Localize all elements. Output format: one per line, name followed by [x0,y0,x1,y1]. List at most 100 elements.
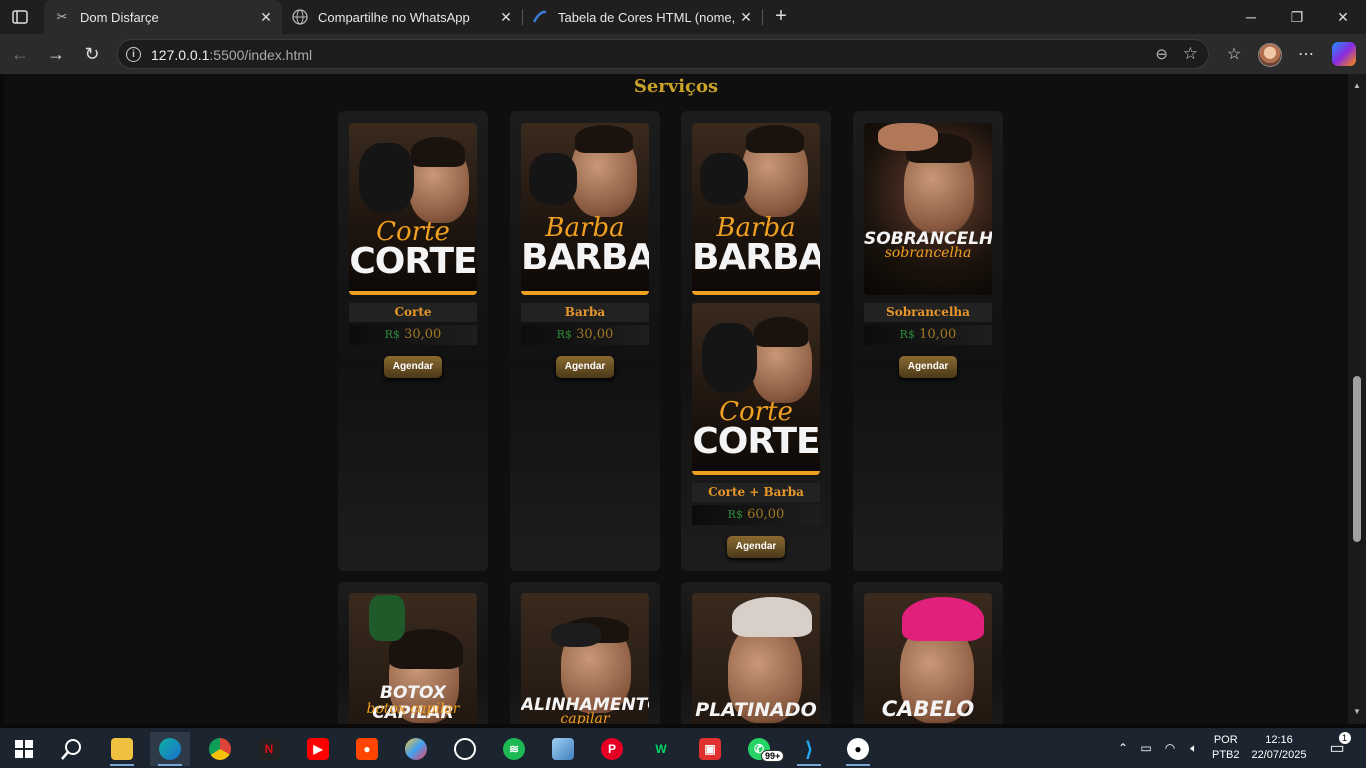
service-card-sobrancelha: SOBRANCELHA sobrancelha Sobrancelha R$ 1… [853,111,1003,571]
file-explorer-icon[interactable] [102,732,142,766]
overlay-big-text: BARBA [521,237,649,278]
cabelo-image: CABELO [864,593,992,724]
services-title: Serviços [633,76,719,97]
favorites-icon[interactable]: ☆ [1222,42,1246,66]
close-window-button[interactable]: ✕ [1320,0,1366,34]
price-currency: R$ [727,508,743,521]
price-currency: R$ [384,328,400,341]
volume-icon[interactable]: 🔈︎ [1182,741,1206,756]
agendar-button[interactable]: Agendar [556,356,614,378]
zoom-icon[interactable]: ⊖ [1155,45,1168,63]
scroll-up-arrow-icon[interactable]: ▲ [1352,80,1362,90]
tab-whatsapp[interactable]: Compartilhe no WhatsApp ✕ [282,0,522,34]
price-value: 30,00 [576,327,614,342]
notification-count: 1 [1338,732,1351,744]
platinado-image: PLATINADO [692,593,820,724]
price-value: 60,00 [747,507,785,522]
scroll-down-arrow-icon[interactable]: ▼ [1352,706,1362,716]
clock-date: 22/07/2025 [1251,749,1307,761]
youtube-icon[interactable]: ▶ [298,732,338,766]
system-tray: ⌃ ▭ ◠ 🔈︎ [1112,728,1206,768]
globe-icon [292,9,308,25]
chrome-icon[interactable] [200,732,240,766]
more-menu-icon[interactable]: ⋯ [1294,42,1318,66]
webtoon-icon[interactable]: W [641,732,681,766]
url-text: 127.0.0.1:5500/index.html [151,47,312,63]
alinhamento-image: ALINHAMENTO capilar [521,593,649,724]
overlay-italic-text: PLATINADO [695,699,817,721]
page-scrollbar[interactable]: ▲ ▼ [1348,74,1366,724]
service-price: R$ 30,00 [521,325,649,345]
close-icon[interactable]: ✕ [738,9,754,25]
scrollbar-thumb[interactable] [1353,376,1361,542]
forward-button[interactable]: → [44,42,68,66]
restore-button[interactable]: ❐ [1274,0,1320,34]
chatgpt-icon[interactable] [445,732,485,766]
search-icon[interactable] [52,732,92,766]
barber-favicon-icon: ✂ [56,9,68,24]
corte-image: Corte CORTE [349,123,477,295]
close-icon[interactable]: ✕ [258,9,274,25]
new-tab-button[interactable]: + [770,5,792,27]
notes-app-icon[interactable] [543,732,583,766]
overlay-big-text: BARBA [692,237,820,278]
clock[interactable]: 12:16 22/07/2025 [1246,728,1312,768]
service-name: Corte + Barba [692,483,820,502]
price-value: 10,00 [919,327,957,342]
browser-toolbar: ← → ↻ i 127.0.0.1:5500/index.html ⊖ ☆ ☆ … [0,34,1366,74]
pinterest-icon[interactable]: P [592,732,632,766]
spotify-icon[interactable]: ≋ [494,732,534,766]
overlay-big-text: CORTE [349,241,477,282]
profile-avatar[interactable] [1258,43,1282,67]
barba-image: Barba BARBA [521,123,649,295]
barba-image: Barba BARBA [692,123,820,295]
service-name: Sobrancelha [864,303,992,322]
reddit-icon[interactable]: ● [347,732,387,766]
tab-actions-icon[interactable] [8,6,32,28]
whatsapp-badge: 99+ [761,750,785,762]
video-app-icon[interactable]: ▣ [690,732,730,766]
minimize-button[interactable]: ─ [1228,0,1274,34]
copilot-icon[interactable] [1332,42,1356,66]
overlay-sub-text: botox capilar [366,701,460,717]
tab-bar: ✂ Dom Disfarçe ✕ Compartilhe no WhatsApp… [0,0,1366,34]
agendar-button[interactable]: Agendar [727,536,785,558]
edge-icon[interactable] [150,732,190,766]
price-value: 30,00 [404,327,442,342]
paint-icon[interactable] [396,732,436,766]
url-path: :5500/index.html [209,47,313,63]
service-card-platinado: PLATINADO [681,582,831,724]
wifi-icon[interactable]: ◠ [1158,741,1182,755]
service-card-alinhamento: ALINHAMENTO capilar [510,582,660,724]
price-currency: R$ [556,328,572,341]
whatsapp-icon[interactable]: ✆ 99+ [739,732,785,766]
github-icon[interactable]: ● [838,732,878,766]
notification-center-icon[interactable]: ▭ 1 [1322,728,1352,768]
service-price: R$ 60,00 [692,505,820,525]
start-button[interactable] [4,732,44,766]
vscode-icon[interactable]: ⟩ [789,732,829,766]
reload-button[interactable]: ↻ [80,42,104,66]
clock-time: 12:16 [1265,734,1293,746]
language-indicator[interactable]: POR PTB2 [1212,728,1240,768]
tab-tabela-cores[interactable]: Tabela de Cores HTML (nome, hex ✕ [522,0,762,34]
tab-dom-disfarce[interactable]: ✂ Dom Disfarçe ✕ [44,0,282,34]
back-button[interactable]: ← [8,42,32,66]
url-host: 127.0.0.1 [151,47,210,63]
close-icon[interactable]: ✕ [498,9,514,25]
page-viewport: Serviços Corte CORTE Corte R$ 30,00 Agen… [4,74,1348,724]
service-card-botox: BOTOX CAPILAR botox capilar [338,582,488,724]
site-info-icon[interactable]: i [126,47,141,62]
agendar-button[interactable]: Agendar [899,356,957,378]
overlay-big-text: CORTE [692,421,820,462]
netflix-icon[interactable]: N [249,732,289,766]
tab-title: Tabela de Cores HTML (nome, hex [558,9,738,25]
price-currency: R$ [899,328,915,341]
address-bar[interactable]: i 127.0.0.1:5500/index.html ⊖ ☆ [117,39,1209,69]
agendar-button[interactable]: Agendar [384,356,442,378]
show-hidden-icons-icon[interactable]: ⌃ [1112,741,1134,755]
service-card-corte-barba: Barba BARBA Corte CORTE Corte + Barba R$… [681,111,831,571]
battery-icon[interactable]: ▭ [1134,741,1158,755]
favorite-star-icon[interactable]: ☆ [1183,44,1198,64]
service-price: R$ 30,00 [349,325,477,345]
